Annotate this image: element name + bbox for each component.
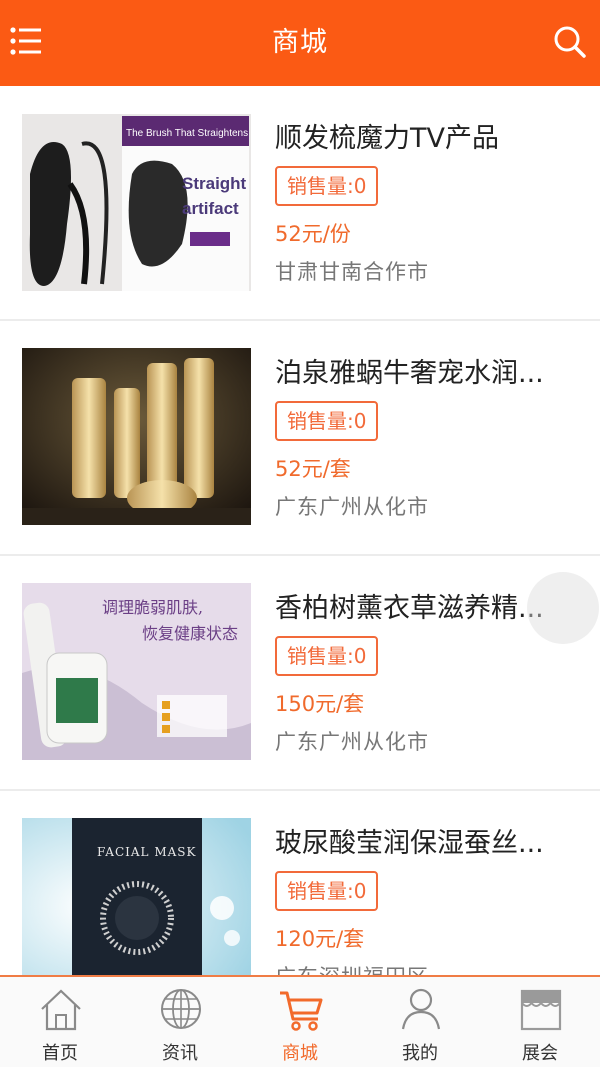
product-price: 120元/套 — [275, 927, 365, 951]
svg-text:调理脆弱肌肤,: 调理脆弱肌肤, — [102, 598, 203, 617]
product-price: 150元/套 — [275, 692, 365, 716]
product-image — [22, 348, 251, 525]
product-image: FACIAL MASK — [22, 818, 251, 975]
product-name: 玻尿酸莹润保湿蚕丝... — [275, 828, 544, 859]
product-item[interactable]: 调理脆弱肌肤, 恢复健康状态 香柏树薰衣草滋养精... 销售量:0 150元/套… — [0, 556, 600, 791]
product-name: 顺发梳魔力TV产品 — [275, 123, 499, 154]
sales-badge: 销售量:0 — [275, 871, 379, 911]
tab-label: 首页 — [42, 1043, 78, 1064]
product-list[interactable]: The Brush That Straightens Hair! Straigh… — [0, 86, 600, 975]
store-icon — [520, 989, 562, 1031]
product-location: 广东广州从化市 — [275, 730, 429, 754]
top-app-bar: 商城 — [0, 0, 600, 86]
tab-mall[interactable]: 商城 — [240, 977, 360, 1067]
home-icon — [41, 989, 81, 1031]
search-icon — [554, 26, 586, 58]
svg-text:artifact: artifact — [182, 199, 239, 218]
tab-home[interactable]: 首页 — [0, 977, 120, 1067]
search-button[interactable] — [550, 22, 590, 62]
sales-badge: 销售量:0 — [275, 166, 379, 206]
tab-expo[interactable]: 展会 — [480, 977, 600, 1067]
svg-text:The Brush That Straightens Hai: The Brush That Straightens Hair! — [126, 128, 251, 139]
tab-news[interactable]: 资讯 — [120, 977, 240, 1067]
product-price: 52元/套 — [275, 457, 351, 481]
tab-label: 我的 — [402, 1043, 438, 1064]
product-name: 泊泉雅蜗牛奢宠水润... — [275, 358, 544, 389]
svg-text:恢复健康状态: 恢复健康状态 — [142, 624, 238, 643]
product-image: 调理脆弱肌肤, 恢复健康状态 — [22, 583, 251, 760]
sales-badge: 销售量:0 — [275, 401, 379, 441]
product-image: The Brush That Straightens Hair! Straigh… — [22, 114, 251, 291]
sales-badge: 销售量:0 — [275, 636, 379, 676]
svg-text:FACIAL MASK: FACIAL MASK — [97, 845, 196, 859]
page-title: 商城 — [272, 27, 328, 58]
bottom-tab-bar: 首页 资讯 商城 我的 展会 — [0, 975, 600, 1067]
product-location: 广东广州从化市 — [275, 495, 429, 519]
product-price: 52元/份 — [275, 222, 351, 246]
user-icon — [401, 988, 441, 1030]
tab-label: 展会 — [522, 1043, 558, 1064]
touch-ripple — [527, 572, 599, 644]
product-location: 广东深圳福田区 — [275, 961, 429, 975]
globe-icon — [161, 989, 201, 1029]
tab-mine[interactable]: 我的 — [360, 977, 480, 1067]
product-location: 甘肃甘南合作市 — [275, 260, 429, 284]
product-item[interactable]: 泊泉雅蜗牛奢宠水润... 销售量:0 52元/套 广东广州从化市 — [0, 321, 600, 556]
svg-text:Straight: Straight — [182, 174, 247, 193]
product-name: 香柏树薰衣草滋养精... — [275, 593, 544, 624]
cart-icon — [280, 991, 323, 1031]
product-item[interactable]: FACIAL MASK 玻尿酸莹润保湿蚕丝... 销售量:0 120元/套 广东… — [0, 791, 600, 975]
product-item[interactable]: The Brush That Straightens Hair! Straigh… — [0, 86, 600, 321]
tab-label: 商城 — [282, 1043, 318, 1064]
tab-label: 资讯 — [162, 1043, 198, 1064]
